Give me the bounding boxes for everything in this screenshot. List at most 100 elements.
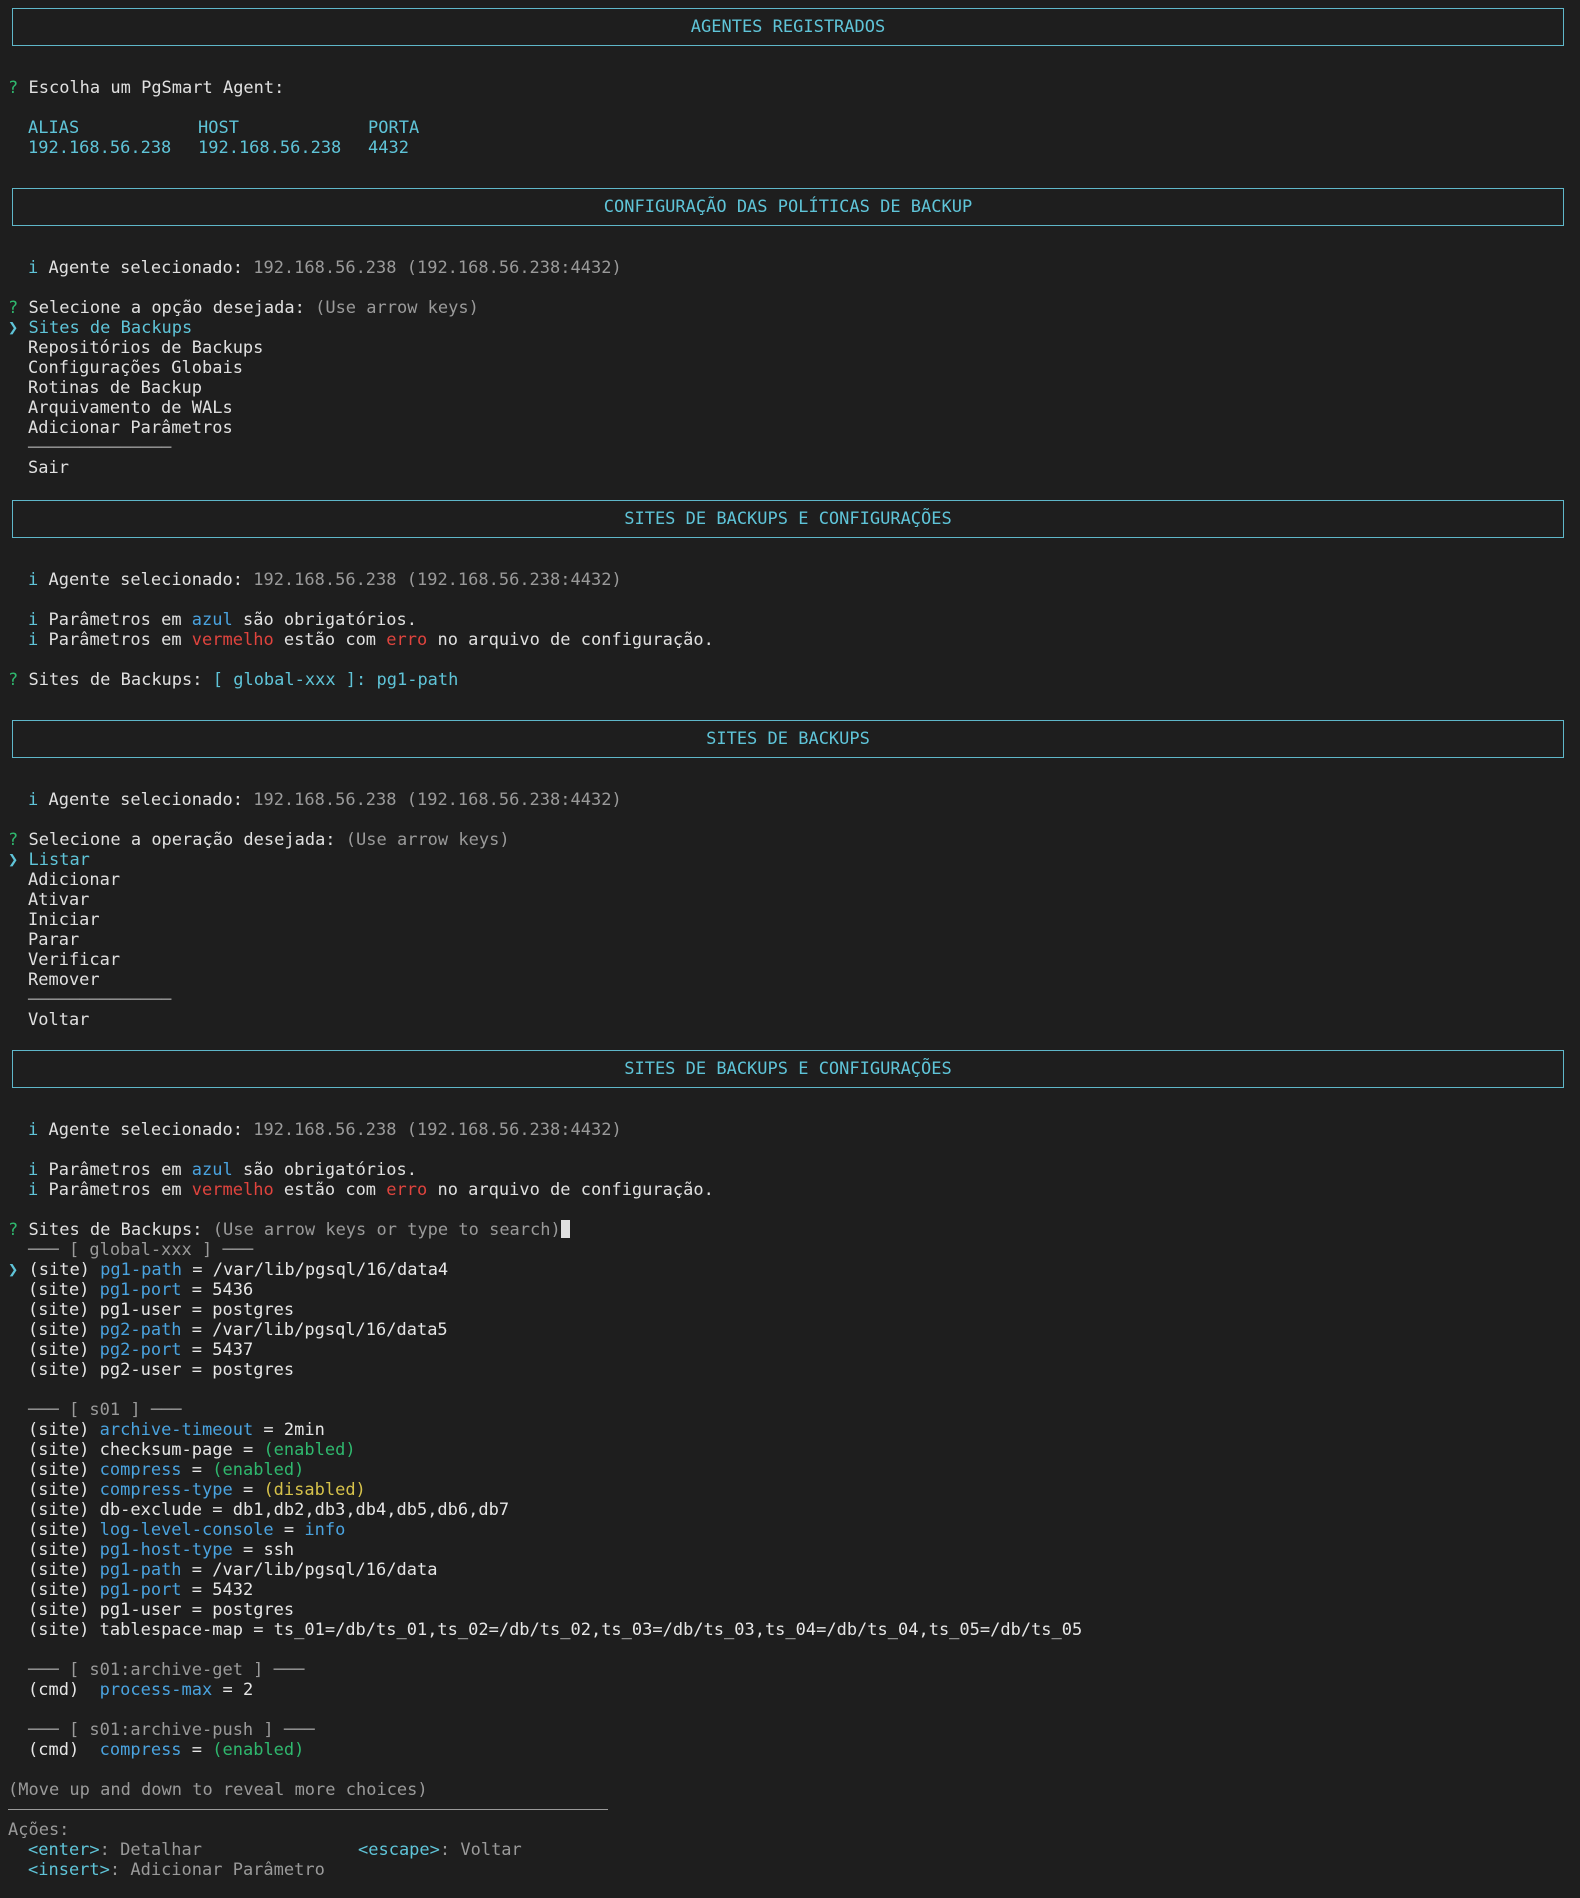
question-mark-icon: ? <box>8 1220 19 1240</box>
parameter-scope: (site) <box>28 1480 100 1500</box>
menu-option-verificar[interactable]: Verificar <box>28 950 120 970</box>
parameter-equals: = <box>242 1620 274 1640</box>
parameter-scope: (site) <box>28 1420 100 1440</box>
parameter-equals: = <box>253 1420 284 1440</box>
menu-option-sair[interactable]: Sair <box>28 458 69 478</box>
parameter-equals: = <box>181 1360 213 1380</box>
agent-host[interactable]: 192.168.56.238 <box>198 138 341 158</box>
parameter-row[interactable]: (site) compress = (enabled) <box>28 1460 304 1480</box>
menu-option-rotinas[interactable]: Rotinas de Backup <box>28 378 202 398</box>
parameter-row[interactable]: (site) pg1-user = postgres <box>28 1600 294 1620</box>
parameter-row[interactable]: (site) checksum-page = (enabled) <box>28 1440 356 1460</box>
parameter-row[interactable]: (site) pg1-port = 5436 <box>28 1280 253 1300</box>
parameter-row[interactable]: (site) pg2-port = 5437 <box>28 1340 253 1360</box>
parameter-scope: (site) <box>28 1600 100 1620</box>
parameter-scope: (site) <box>28 1360 100 1380</box>
parameter-value: 5436 <box>212 1280 254 1300</box>
parameter-key: pg1-host-type <box>99 1540 233 1560</box>
info-icon: i <box>28 1160 39 1180</box>
parameter-equals: = <box>202 1500 233 1520</box>
parameter-value: postgres <box>212 1300 295 1320</box>
parameter-row[interactable]: (cmd) process-max = 2 <box>28 1680 253 1700</box>
prompt-line: ? Escolha um PgSmart Agent: <box>8 78 284 98</box>
info-icon: i <box>28 570 39 590</box>
parameter-value: (disabled) <box>263 1480 366 1500</box>
parameter-value: ts_01=/db/ts_01,ts_02=/db/ts_02,ts_03=/d… <box>273 1620 1083 1640</box>
prompt-answer-line: ? Sites de Backups: [ global-xxx ]: pg1-… <box>8 670 459 690</box>
parameter-key: pg2-port <box>99 1340 182 1360</box>
menu-separator: ────────────── <box>28 438 172 458</box>
action-insert[interactable]: <insert>: Adicionar Parâmetro <box>28 1860 325 1880</box>
menu-option-adicionar[interactable]: Adicionar <box>28 870 120 890</box>
parameter-key: tablespace-map <box>99 1620 243 1640</box>
info-icon: i <box>28 1120 39 1140</box>
parameter-scope: (site) <box>28 1540 100 1560</box>
menu-separator: ────────────── <box>28 990 172 1010</box>
header-sites-configuracoes: SITES DE BACKUPS E CONFIGURAÇÕES <box>12 500 1564 538</box>
prompt-line: ? Selecione a operação desejada: (Use ar… <box>8 830 510 850</box>
menu-option-arquivamento-wals[interactable]: Arquivamento de WALs <box>28 398 233 418</box>
parameter-value: postgres <box>212 1600 295 1620</box>
parameter-equals: = <box>182 1260 213 1280</box>
parameter-equals: = <box>273 1520 305 1540</box>
parameter-equals: = <box>181 1320 213 1340</box>
parameter-row[interactable]: (site) pg1-port = 5432 <box>28 1580 253 1600</box>
menu-option-remover[interactable]: Remover <box>28 970 100 990</box>
parameter-row[interactable]: (site) pg1-path = /var/lib/pgsql/16/data <box>28 1560 437 1580</box>
info-icon: i <box>28 1180 39 1200</box>
actions-label: Ações: <box>8 1820 70 1840</box>
parameter-equals: = <box>181 1340 213 1360</box>
parameter-row[interactable]: (site) pg1-host-type = ssh <box>28 1540 294 1560</box>
parameter-row[interactable]: (site) db-exclude = db1,db2,db3,db4,db5,… <box>28 1500 509 1520</box>
parameter-value: 2 <box>242 1680 254 1700</box>
parameter-key: pg1-path <box>99 1560 182 1580</box>
parameter-row[interactable]: (site) pg1-user = postgres <box>28 1300 294 1320</box>
parameter-equals: = <box>232 1540 264 1560</box>
parameter-equals: = <box>212 1680 243 1700</box>
parameter-row[interactable]: (cmd) compress = (enabled) <box>28 1740 304 1760</box>
menu-option-parar[interactable]: Parar <box>28 930 79 950</box>
agent-info-line: i Agente selecionado: 192.168.56.238 (19… <box>28 1120 622 1140</box>
parameter-equals: = <box>232 1480 264 1500</box>
menu-option-adicionar-parametros[interactable]: Adicionar Parâmetros <box>28 418 233 438</box>
menu-option-iniciar[interactable]: Iniciar <box>28 910 100 930</box>
pointer-icon: ❯ <box>8 318 19 338</box>
search-hint: (Use arrow keys or type to search) <box>212 1220 561 1240</box>
action-enter[interactable]: <enter>: Detalhar <box>28 1840 202 1860</box>
menu-option-config-globais[interactable]: Configurações Globais <box>28 358 243 378</box>
parameter-value: /var/lib/pgsql/16/data5 <box>212 1320 448 1340</box>
agent-alias[interactable]: 192.168.56.238 <box>28 138 171 158</box>
parameter-key: db-exclude <box>99 1500 203 1520</box>
actions-divider <box>8 1809 608 1810</box>
parameter-row[interactable]: (site) pg2-path = /var/lib/pgsql/16/data… <box>28 1320 448 1340</box>
parameter-row[interactable]: (site) compress-type = (disabled) <box>28 1480 366 1500</box>
menu-option-voltar[interactable]: Voltar <box>28 1010 89 1030</box>
prompt-text: Escolha um PgSmart Agent: <box>28 78 285 98</box>
parameter-row[interactable]: (site) log-level-console = info <box>28 1520 345 1540</box>
parameter-row[interactable]: (site) archive-timeout = 2min <box>28 1420 325 1440</box>
parameter-key: pg1-path <box>100 1260 183 1280</box>
parameter-row[interactable]: (site) tablespace-map = ts_01=/db/ts_01,… <box>28 1620 1082 1640</box>
header-sites-configuracoes: SITES DE BACKUPS E CONFIGURAÇÕES <box>12 1050 1564 1088</box>
menu-option-listar[interactable]: ❯ Listar <box>8 850 90 870</box>
text-cursor <box>560 1220 570 1238</box>
header-agentes-registrados: AGENTES REGISTRADOS <box>12 8 1564 46</box>
parameter-scope: (site) <box>28 1560 100 1580</box>
parameter-row[interactable]: (site) pg2-user = postgres <box>28 1360 294 1380</box>
legend-required-line: i Parâmetros em azul são obrigatórios. <box>28 610 417 630</box>
question-mark-icon: ? <box>8 830 19 850</box>
legend-error-line: i Parâmetros em vermelho estão com erro … <box>28 1180 714 1200</box>
parameter-equals: = <box>232 1440 264 1460</box>
parameter-key: log-level-console <box>99 1520 274 1540</box>
agent-port[interactable]: 4432 <box>368 138 409 158</box>
menu-option-sites-de-backups[interactable]: ❯ Sites de Backups <box>8 318 192 338</box>
parameter-equals: = <box>181 1300 213 1320</box>
parameter-row[interactable]: ❯ (site) pg1-path = /var/lib/pgsql/16/da… <box>8 1260 448 1280</box>
search-prompt-line[interactable]: ? Sites de Backups: (Use arrow keys or t… <box>8 1220 570 1240</box>
parameter-key: compress-type <box>99 1480 233 1500</box>
menu-option-repositorios[interactable]: Repositórios de Backups <box>28 338 263 358</box>
menu-option-ativar[interactable]: Ativar <box>28 890 89 910</box>
col-alias: ALIAS <box>28 118 80 138</box>
action-escape[interactable]: <escape>: Voltar <box>358 1840 522 1860</box>
parameter-value: 2min <box>283 1420 325 1440</box>
